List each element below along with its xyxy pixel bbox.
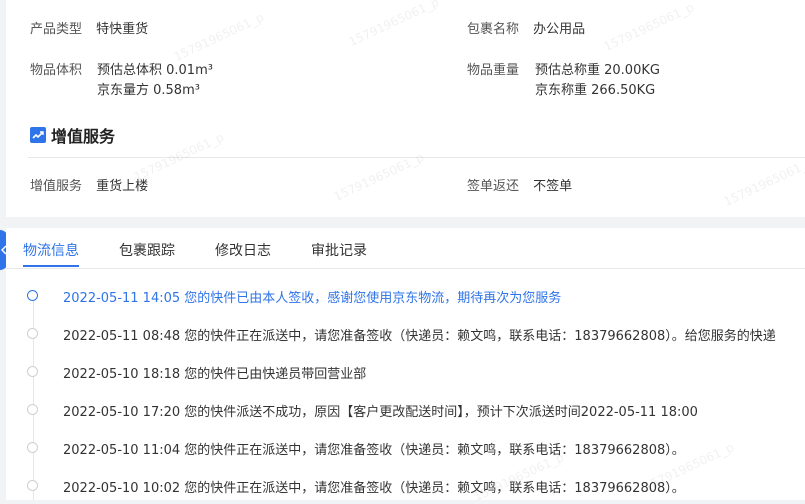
active-tab-indicator — [23, 265, 79, 267]
tab-package-tracking[interactable]: 包裹跟踪 — [119, 240, 175, 260]
package-name-label: 包裹名称 — [467, 22, 520, 37]
weight-jd: 京东称重 266.50KG — [535, 83, 656, 98]
timeline-item: 2022-05-11 08:48 您的快件正在派送中，请您准备签收（快递员：赖文… — [0, 324, 799, 348]
timeline-item: 2022-05-10 18:18 您的快件已由快递员带回营业部 — [0, 362, 799, 386]
timeline-text: 2022-05-10 17:20 您的快件派送不成功，原因【客户更改配送时间】，… — [63, 405, 698, 420]
timeline-item: 2022-05-11 14:05 您的快件已由本人签收，感谢您使用京东物流，期待… — [0, 286, 799, 310]
service-value: 重货上楼 — [96, 179, 149, 194]
volume-jd: 京东量方 0.58m³ — [97, 83, 200, 98]
chart-trend-icon — [30, 127, 46, 143]
service-field: 增值服务 重货上楼 — [30, 177, 148, 197]
timeline-dot — [27, 328, 38, 339]
timeline-text: 2022-05-10 18:18 您的快件已由快递员带回营业部 — [63, 367, 367, 382]
volume-field: 物品体积 — [30, 61, 82, 81]
tab-change-log[interactable]: 修改日志 — [215, 240, 271, 260]
tab-approval-records[interactable]: 审批记录 — [311, 240, 367, 260]
package-name-field: 包裹名称 办公用品 — [467, 20, 585, 40]
timeline-dot — [27, 442, 38, 453]
timeline-text: 2022-05-10 11:04 您的快件正在派送中，请您准备签收（快递员：赖文… — [63, 443, 685, 458]
return-value: 不签单 — [533, 179, 573, 194]
weight-field: 物品重量 — [467, 61, 519, 81]
timeline-text: 2022-05-11 14:05 您的快件已由本人签收，感谢您使用京东物流，期待… — [63, 291, 562, 306]
timeline-item: 2022-05-10 11:04 您的快件正在派送中，请您准备签收（快递员：赖文… — [0, 438, 799, 462]
weight-estimate: 预估总称重 20.00KG — [535, 63, 660, 78]
return-field: 签单返还 不签单 — [467, 177, 572, 197]
timeline-dot — [27, 480, 38, 491]
weight-values: 预估总称重 20.00KG 京东称重 266.50KG — [535, 61, 660, 101]
timeline-dot-active — [27, 290, 38, 301]
timeline-text: 2022-05-10 10:02 您的快件正在派送中，请您准备签收（快递员：赖文… — [63, 481, 685, 496]
package-name-value: 办公用品 — [533, 22, 586, 37]
timeline-dot — [27, 404, 38, 415]
volume-label: 物品体积 — [30, 63, 83, 78]
product-type-value: 特快重货 — [96, 22, 149, 37]
order-info-card: 产品类型 特快重货 包裹名称 办公用品 物品体积 预估总体积 0.01m³ 京东… — [6, 0, 805, 217]
timeline-item: 2022-05-10 17:20 您的快件派送不成功，原因【客户更改配送时间】，… — [0, 400, 799, 424]
section-divider — [28, 157, 805, 158]
timeline-dot — [27, 366, 38, 377]
tab-logistics-info[interactable]: 物流信息 — [23, 240, 79, 260]
weight-label: 物品重量 — [467, 63, 520, 78]
tab-bar: 物流信息 包裹跟踪 修改日志 审批记录 — [6, 228, 805, 269]
timeline-item: 2022-05-10 10:02 您的快件正在派送中，请您准备签收（快递员：赖文… — [0, 476, 799, 500]
product-type-field: 产品类型 特快重货 — [30, 20, 148, 40]
product-type-label: 产品类型 — [30, 22, 83, 37]
volume-estimate: 预估总体积 0.01m³ — [97, 63, 213, 78]
service-label: 增值服务 — [30, 179, 83, 194]
value-added-title-text: 增值服务 — [51, 127, 116, 146]
return-label: 签单返还 — [467, 179, 520, 194]
volume-values: 预估总体积 0.01m³ 京东量方 0.58m³ — [97, 61, 213, 101]
value-added-title: 增值服务 — [30, 123, 115, 147]
timeline-text: 2022-05-11 08:48 您的快件正在派送中，请您准备签收（快递员：赖文… — [63, 329, 776, 344]
